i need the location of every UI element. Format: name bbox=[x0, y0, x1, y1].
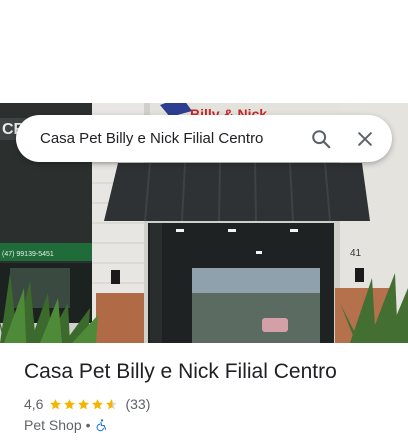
search-button[interactable] bbox=[302, 120, 340, 158]
wheelchair-icon bbox=[96, 419, 106, 432]
star-icon bbox=[92, 398, 104, 409]
street-number-text: 41 bbox=[350, 248, 362, 259]
rating-value: 4,6 bbox=[24, 396, 44, 412]
clear-search-button[interactable] bbox=[346, 120, 384, 158]
separator-dot: • bbox=[85, 417, 91, 433]
search-icon bbox=[312, 129, 331, 148]
star-icon bbox=[106, 398, 118, 409]
star-rating bbox=[49, 398, 119, 411]
rating-row[interactable]: 4,6 (33) bbox=[24, 396, 150, 412]
star-icon bbox=[50, 398, 62, 409]
search-bar[interactable] bbox=[16, 115, 392, 162]
review-count[interactable]: (33) bbox=[125, 396, 150, 412]
place-category: Pet Shop bbox=[24, 417, 82, 433]
star-icon bbox=[78, 398, 90, 409]
close-icon bbox=[358, 131, 372, 146]
star-icon bbox=[64, 398, 76, 409]
place-name[interactable]: Casa Pet Billy e Nick Filial Centro bbox=[24, 360, 337, 384]
category-row: Pet Shop • bbox=[24, 417, 108, 433]
search-input[interactable] bbox=[40, 123, 302, 154]
phone-sign-text: (47) 99139-5451 bbox=[2, 251, 54, 258]
